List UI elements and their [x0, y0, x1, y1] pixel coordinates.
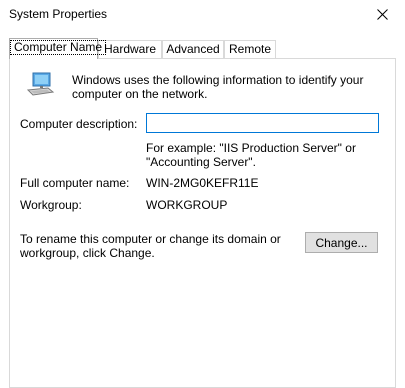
change-button[interactable]: Change... [305, 232, 378, 253]
tab-label: Advanced [166, 42, 220, 56]
close-icon [377, 9, 388, 20]
computer-monitor-icon [26, 72, 55, 96]
close-button[interactable] [359, 0, 405, 30]
tab-computer-name[interactable]: Computer Name [9, 38, 107, 59]
intro-text: Windows uses the following information t… [72, 73, 364, 101]
full-computer-name-label: Full computer name: [20, 176, 130, 190]
tab-advanced[interactable]: Advanced [162, 40, 224, 58]
workgroup-label: Workgroup: [20, 198, 82, 212]
tab-label: Computer Name [10, 40, 107, 55]
description-example-text: For example: "IIS Production Server" or … [146, 141, 356, 169]
window-title: System Properties [9, 7, 108, 21]
computer-description-input[interactable] [146, 113, 379, 133]
computer-description-label: Computer description: [20, 117, 138, 131]
tab-label: Remote [228, 42, 272, 56]
system-properties-dialog: System Properties Hardware Advanced Remo… [0, 0, 405, 388]
rename-instructions: To rename this computer or change its do… [20, 232, 281, 260]
title-bar[interactable]: System Properties [0, 0, 405, 30]
tab-hardware[interactable]: Hardware [98, 40, 162, 58]
tab-remote[interactable]: Remote [224, 40, 276, 58]
tab-label: Hardware [103, 42, 157, 56]
tab-panel-computer-name [9, 58, 396, 388]
full-computer-name-value: WIN-2MG0KEFR11E [146, 176, 259, 190]
workgroup-value: WORKGROUP [146, 198, 228, 212]
